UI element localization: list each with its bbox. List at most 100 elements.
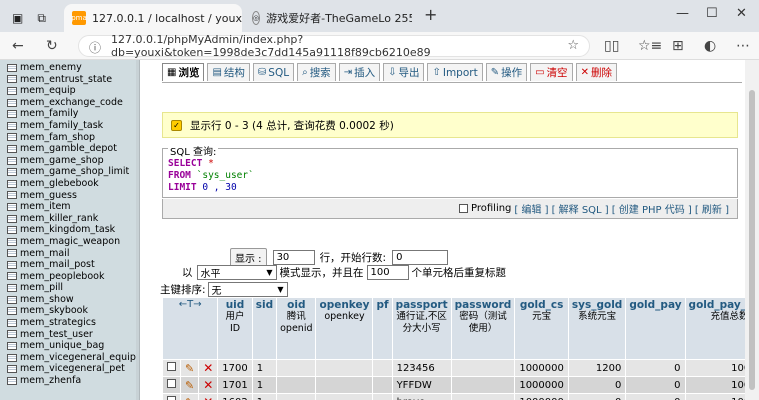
- extensions-icon[interactable]: ◐: [704, 38, 716, 54]
- back-icon[interactable]: ←: [12, 38, 24, 54]
- cell-passport[interactable]: bravo: [391, 393, 452, 400]
- cell-password[interactable]: [450, 376, 516, 394]
- cell-gold_pay[interactable]: 0: [625, 359, 686, 377]
- sidebar-item-label[interactable]: mem_strategics: [20, 317, 96, 329]
- table-icon[interactable]: [7, 272, 17, 281]
- tab-game[interactable]: ◎ 游戏爱好者-TheGameLo 2551872 ✕: [244, 4, 412, 32]
- repeat-headers-input[interactable]: 100: [366, 265, 409, 280]
- cell-oid[interactable]: [276, 393, 317, 400]
- cell-sys_gold[interactable]: 0: [567, 393, 627, 400]
- sidebar-item[interactable]: mem_peoplebook: [0, 271, 139, 283]
- sidebar-item-label[interactable]: mem_family: [20, 108, 78, 120]
- column-header-uid[interactable]: uid 用户ID: [217, 297, 253, 360]
- sidebar-item[interactable]: mem_vicegeneral_equip: [0, 352, 139, 364]
- scrollbar-thumb[interactable]: [749, 90, 755, 390]
- sidebar-item-label[interactable]: mem_enemy: [20, 62, 82, 74]
- cell-openkey[interactable]: [315, 359, 374, 377]
- split-screen-icon[interactable]: ▯▯: [604, 38, 619, 54]
- column-name[interactable]: pf: [376, 299, 388, 311]
- cell-uid[interactable]: 1701: [217, 376, 253, 394]
- column-header-oid[interactable]: oid 腾讯openid: [276, 297, 317, 360]
- sidebar-item[interactable]: mem_exchange_code: [0, 97, 139, 109]
- sidebar-item[interactable]: mem_game_shop_limit: [0, 166, 139, 178]
- sidebar-item-label[interactable]: mem_entrust_state: [20, 74, 112, 86]
- sidebar-item-label[interactable]: mem_peoplebook: [20, 271, 104, 283]
- sql-keyword[interactable]: FROM: [168, 170, 191, 181]
- table-icon[interactable]: [7, 156, 17, 165]
- sidebar-item-label[interactable]: mem_skybook: [20, 305, 88, 317]
- tab-actions[interactable]: ▣ ⧉: [4, 4, 60, 32]
- sidebar-item[interactable]: mem_magic_weapon: [0, 236, 139, 248]
- column-header-gold_cs[interactable]: gold_cs 元宝: [514, 297, 569, 360]
- table-icon[interactable]: [7, 318, 17, 327]
- sidebar-item[interactable]: mem_kingdom_task: [0, 224, 139, 236]
- tab-strip-icon[interactable]: ⧉: [37, 11, 46, 26]
- table-icon[interactable]: [7, 295, 17, 304]
- column-header-sys_gold[interactable]: sys_gold 系统元宝: [567, 297, 627, 360]
- table-icon[interactable]: [7, 237, 17, 246]
- sidebar-item-label[interactable]: mem_test_user: [20, 329, 93, 341]
- table-icon[interactable]: [7, 284, 17, 293]
- column-toggle-arrows[interactable]: ←T→: [179, 299, 202, 310]
- cell-sid[interactable]: 1: [251, 393, 278, 400]
- refresh-icon[interactable]: ↻: [46, 38, 58, 54]
- sidebar-item-label[interactable]: mem_game_shop: [20, 155, 104, 167]
- sidebar-item[interactable]: mem_show: [0, 294, 139, 306]
- sidebar-item[interactable]: mem_mail_post: [0, 259, 139, 271]
- sidebar-item-label[interactable]: mem_vicegeneral_pet: [20, 363, 125, 375]
- cell-uid[interactable]: 1700: [217, 359, 253, 377]
- column-name[interactable]: openkey: [319, 299, 369, 311]
- profiling-checkbox[interactable]: [459, 204, 468, 213]
- sidebar-item-label[interactable]: mem_game_shop_limit: [20, 166, 129, 178]
- column-header-openkey[interactable]: openkey openkey: [315, 297, 374, 360]
- sidebar-item-label[interactable]: mem_zhenfa: [20, 375, 81, 387]
- table-icon[interactable]: [7, 110, 17, 119]
- start-row-input[interactable]: 0: [392, 250, 449, 265]
- column-name[interactable]: passport: [396, 299, 448, 311]
- sidebar-item[interactable]: mem_killer_rank: [0, 213, 139, 225]
- sidebar-item[interactable]: mem_enemy: [0, 62, 139, 74]
- cell-openkey[interactable]: [315, 376, 374, 394]
- explain-sql-link[interactable]: [ 解释 SQL ]: [552, 201, 609, 216]
- tab-sql[interactable]: ⛁ SQL: [252, 63, 295, 81]
- main-scrollbar[interactable]: [745, 60, 759, 400]
- info-icon[interactable]: ⓘ: [89, 39, 101, 56]
- sidebar-item[interactable]: mem_family: [0, 108, 139, 120]
- table-icon[interactable]: [7, 353, 17, 362]
- tab-export[interactable]: ⇩ 导出: [383, 63, 425, 81]
- table-icon[interactable]: [7, 342, 17, 351]
- sidebar-item[interactable]: mem_glebebook: [0, 178, 139, 190]
- tab-table[interactable]: ▦ 浏览: [162, 63, 205, 81]
- cell-gold_cs[interactable]: 1000000: [514, 359, 569, 377]
- sidebar-item[interactable]: mem_zhenfa: [0, 375, 139, 387]
- cell-sys_gold[interactable]: 1200: [567, 359, 627, 377]
- refresh-link[interactable]: [ 刷新 ]: [695, 201, 729, 216]
- table-icon[interactable]: [7, 86, 17, 95]
- cell-pf[interactable]: [372, 393, 393, 400]
- sidebar-item[interactable]: mem_mail: [0, 248, 139, 260]
- tab-search[interactable]: ⌕ 搜索: [297, 63, 336, 81]
- cell-passport[interactable]: YFFDW: [391, 376, 452, 394]
- delete-icon[interactable]: ✕: [203, 395, 213, 400]
- table-icon[interactable]: [7, 202, 17, 211]
- table-row[interactable]: ✎✕17001123456100000012000100000: [162, 359, 759, 377]
- collections-icon[interactable]: ⊞: [672, 38, 684, 54]
- edit-link[interactable]: [ 编辑 ]: [514, 201, 548, 216]
- sidebar-item-label[interactable]: mem_pill: [20, 282, 63, 294]
- table-icon[interactable]: [7, 168, 17, 177]
- column-header-gold_pay[interactable]: gold_pay: [625, 297, 686, 360]
- cell-sys_gold[interactable]: 0: [567, 376, 627, 394]
- sidebar-item[interactable]: mem_equip: [0, 85, 139, 97]
- table-row[interactable]: ✎✕16021bravo100000000100000: [162, 393, 759, 400]
- favorites-icon[interactable]: ☆≡: [638, 38, 662, 54]
- sidebar-item-label[interactable]: mem_glebebook: [20, 178, 99, 190]
- sidebar-scrollbar[interactable]: [136, 60, 139, 400]
- table-icon[interactable]: [7, 226, 17, 235]
- minimize-button[interactable]: —: [676, 6, 689, 21]
- cell-passport[interactable]: 123456: [391, 359, 452, 377]
- display-mode-select[interactable]: 水平 ▼: [196, 265, 277, 280]
- column-name[interactable]: password: [455, 299, 512, 311]
- cell-gold_cs[interactable]: 1000000: [514, 393, 569, 400]
- column-name[interactable]: sid: [256, 299, 273, 311]
- table-icon[interactable]: [7, 133, 17, 142]
